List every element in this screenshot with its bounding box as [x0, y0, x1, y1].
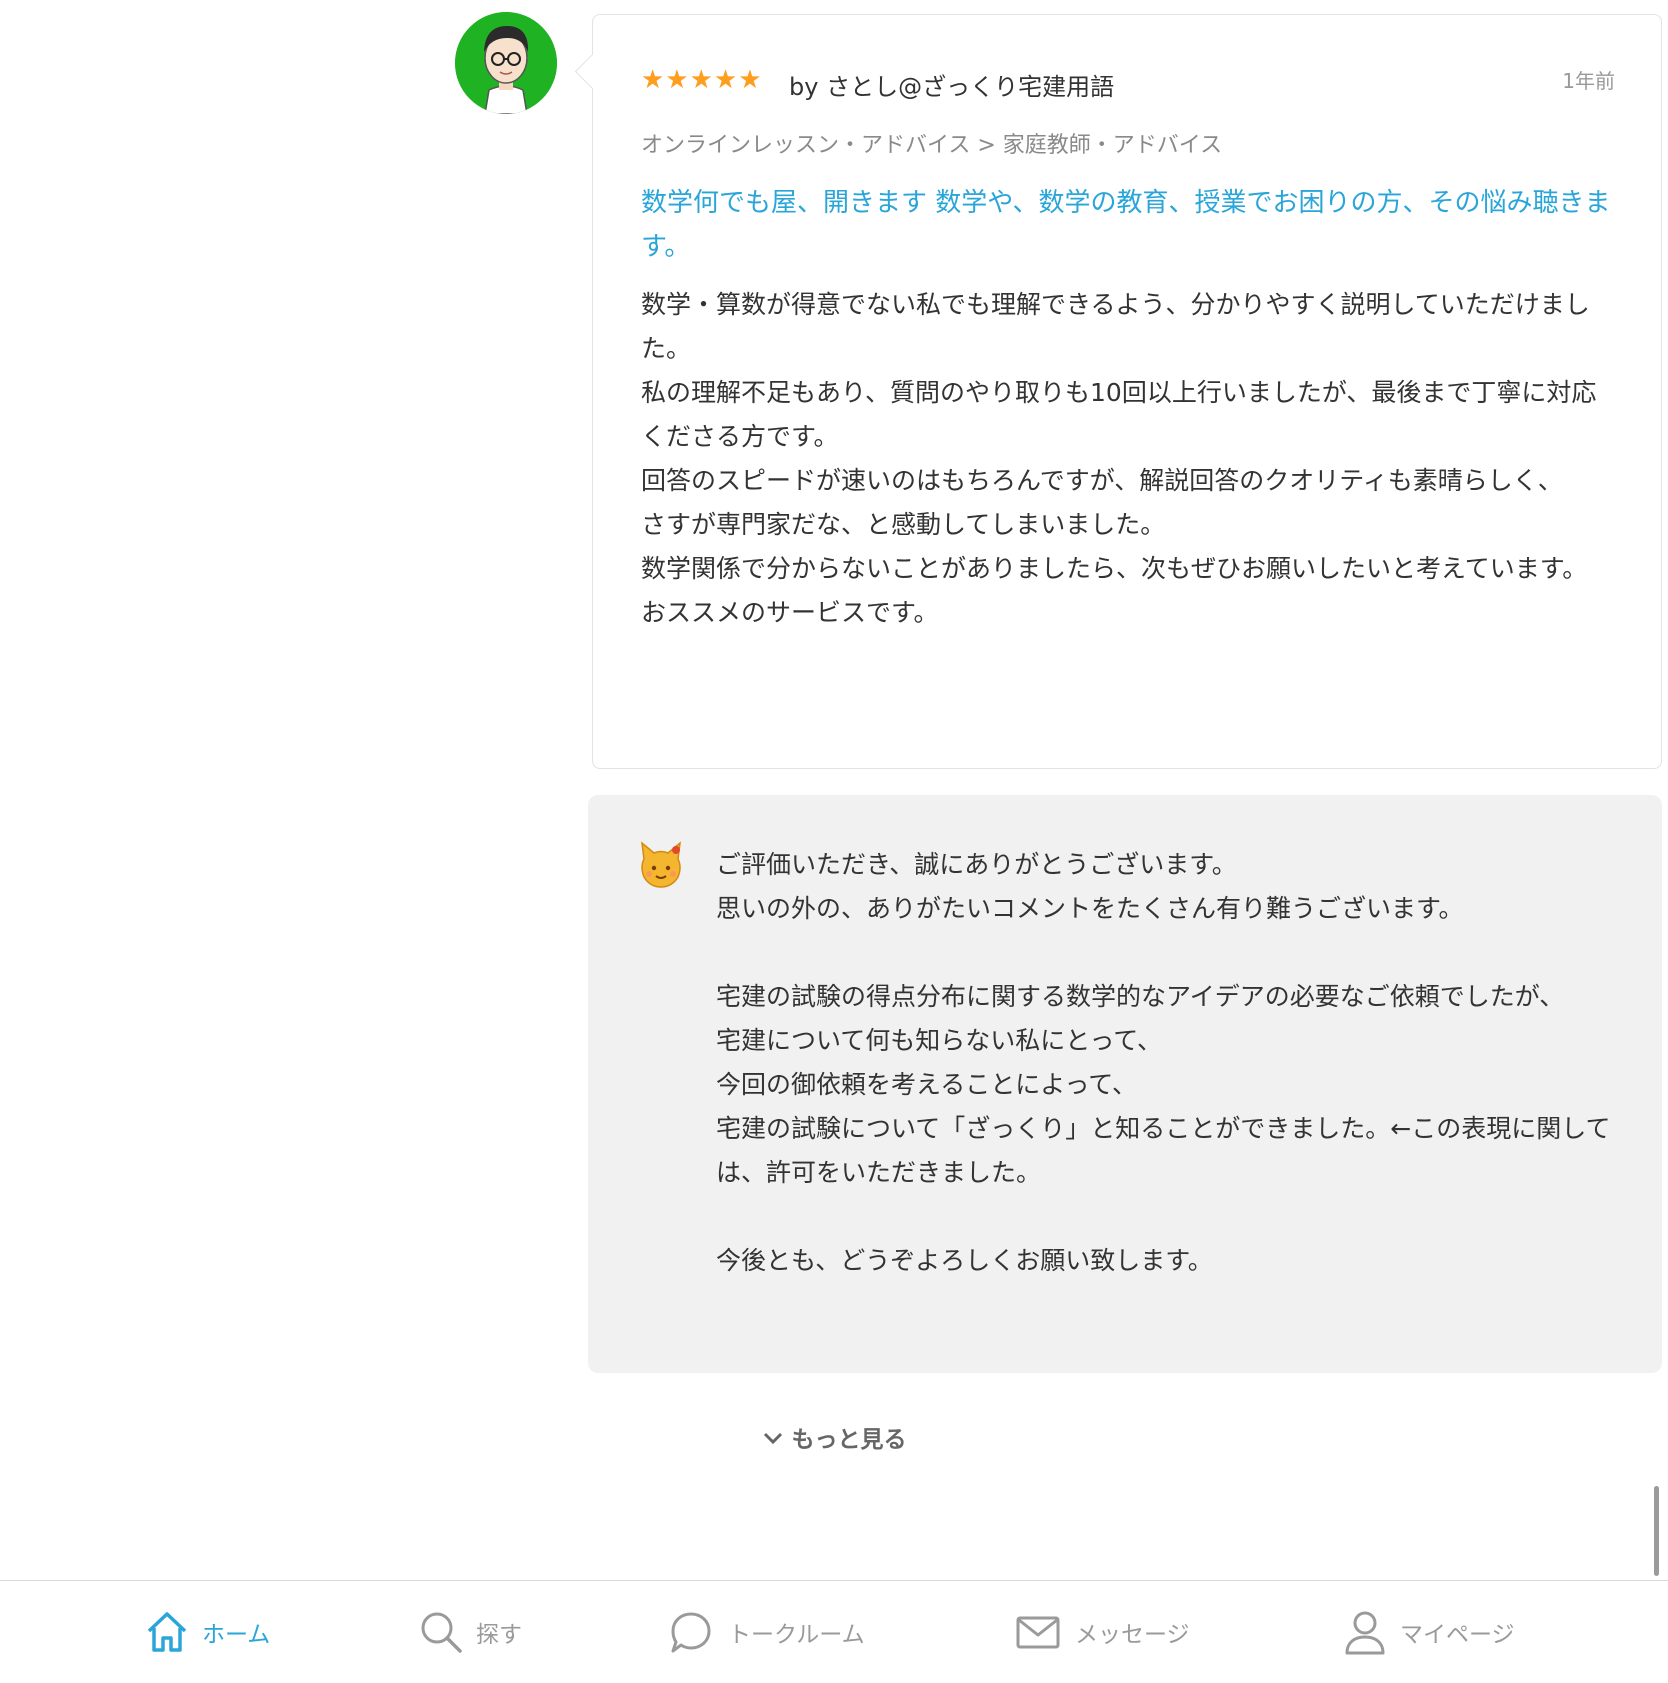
tab-search-label: 探す	[476, 1622, 522, 1648]
review-card-pointer	[574, 53, 611, 90]
chevron-down-icon	[763, 1432, 782, 1445]
reply-body-line: ご評価いただき、誠にありがとうございます。	[716, 850, 1237, 879]
reply-body-line: 思いの外の、ありがたいコメントをたくさん有り難うございます。	[716, 894, 1464, 923]
tab-messages[interactable]: メッセージ	[1015, 1609, 1205, 1659]
review-body-line: さすが専門家だな、と感動してしまいました。	[641, 510, 1166, 539]
rating-stars-icon: ★★★★★	[641, 65, 763, 95]
review-header: ★★★★★ by さとし@ざっくり宅建用語 1年前	[641, 65, 1615, 105]
avatar-illustration	[455, 12, 557, 114]
service-title-link[interactable]: 数学何でも屋、開きます 数学や、数学の教育、授業でお困りの方、その悩み聴きます。	[641, 181, 1621, 269]
show-more-button[interactable]: もっと見る	[0, 1420, 1668, 1454]
review-body-line: 回答のスピードが速いのはもちろんですが、解説回答のクオリティも素晴らしく、	[641, 466, 1563, 495]
reply-body: ご評価いただき、誠にありがとうございます。 思いの外の、ありがたいコメントをたく…	[716, 843, 1616, 1283]
reviewer-avatar[interactable]	[455, 12, 557, 114]
reply-body-line	[716, 1195, 1616, 1239]
seller-reply: ご評価いただき、誠にありがとうございます。 思いの外の、ありがたいコメントをたく…	[588, 795, 1662, 1373]
reviewer-name: by さとし@ざっくり宅建用語	[789, 73, 1115, 101]
user-icon	[1345, 1611, 1385, 1655]
tab-mypage[interactable]: マイページ	[1342, 1609, 1532, 1659]
reply-body-line: 宅建の試験について「ざっくり」と知ることができました。←この表現に関しては、許可…	[716, 1114, 1611, 1187]
review-body-line: おススメのサービスです。	[641, 598, 939, 627]
mail-icon	[1016, 1616, 1060, 1649]
chat-bubble-icon	[671, 1612, 711, 1653]
review-body: 数学・算数が得意でない私でも理解できるよう、分かりやすく説明していただけました。…	[641, 283, 1621, 635]
review-card: ★★★★★ by さとし@ざっくり宅建用語 1年前 オンラインレッスン・アドバイ…	[574, 14, 1662, 769]
review-time: 1年前	[1562, 69, 1615, 93]
show-more-label: もっと見る	[791, 1427, 907, 1453]
review-body-line: 数学関係で分からないことがありましたら、次もぜひお願いしたいと考えています。	[641, 554, 1588, 583]
reply-body-line: 宅建の試験の得点分布に関する数学的なアイデアの必要なご依頼でしたが、	[716, 982, 1565, 1011]
tab-home-label: ホーム	[202, 1622, 271, 1648]
review-body-line: 私の理解不足もあり、質問のやり取りも10回以上行いましたが、最後まで丁寧に対応く…	[641, 378, 1597, 451]
reply-body-line: 宅建について何も知らない私にとって、	[716, 1026, 1163, 1055]
search-icon	[421, 1612, 462, 1653]
reply-body-line: 今回の御依頼を考えることによって、	[716, 1070, 1138, 1099]
review-body-line: 数学・算数が得意でない私でも理解できるよう、分かりやすく説明していただけました。	[641, 290, 1590, 363]
seller-cat-icon[interactable]	[638, 841, 684, 891]
tab-search[interactable]: 探す	[418, 1609, 528, 1659]
home-icon	[147, 1612, 187, 1652]
tab-home[interactable]: ホーム	[144, 1609, 284, 1659]
tab-messages-label: メッセージ	[1075, 1622, 1190, 1648]
bottom-tab-bar: ホーム 探す トークルーム メッセージ マイページ	[0, 1580, 1668, 1683]
reply-body-line: 今後とも、どうぞよろしくお願い致します。	[716, 1246, 1213, 1275]
tab-talkroom-label: トークルーム	[728, 1622, 865, 1648]
tab-mypage-label: マイページ	[1400, 1622, 1515, 1648]
scrollbar[interactable]	[1654, 1486, 1659, 1576]
tab-talkroom[interactable]: トークルーム	[668, 1609, 878, 1659]
reply-body-line	[716, 931, 1616, 975]
review-category: オンラインレッスン・アドバイス > 家庭教師・アドバイス	[641, 133, 1223, 158]
